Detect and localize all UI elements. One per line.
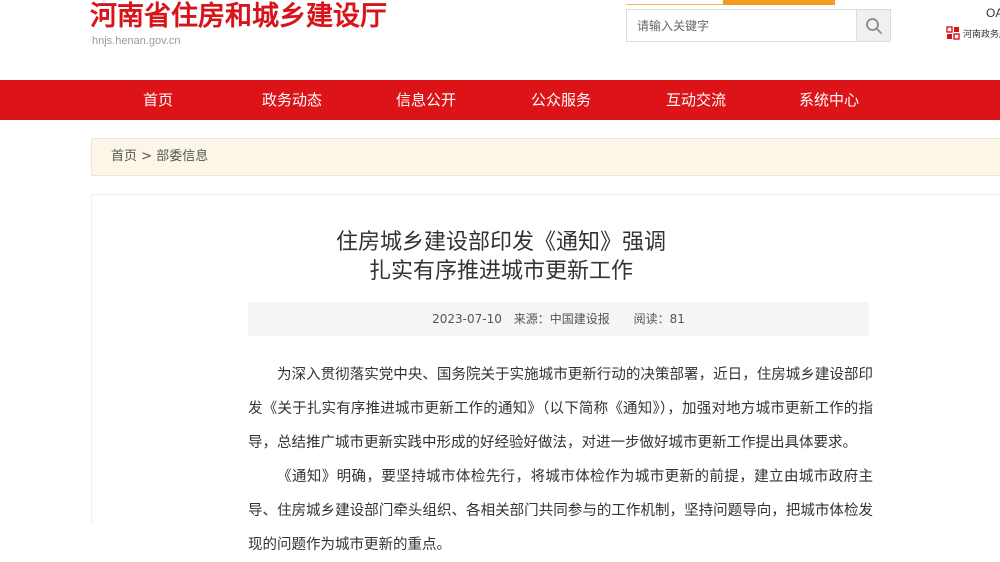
article-read-count: 阅读：81 [633, 312, 685, 326]
top-tab-left[interactable] [626, 0, 723, 5]
nav-item-interaction[interactable]: 互动交流 [666, 80, 726, 120]
search-icon [865, 17, 882, 34]
article-title-line1: 住房城乡建设部印发《通知》强调 [335, 230, 666, 255]
nav-item-news[interactable]: 政务动态 [262, 80, 322, 120]
article-title-line2: 扎实有序推进城市更新工作 [368, 259, 633, 284]
nav-item-public-service[interactable]: 公众服务 [531, 80, 591, 120]
search-input[interactable] [627, 10, 857, 41]
nav-item-info-disclosure[interactable]: 信息公开 [396, 80, 456, 120]
breadcrumb-home[interactable]: 首页 [111, 149, 137, 164]
article-date: 2023-07-10 [432, 312, 502, 326]
site-title[interactable]: 河南省住房和城乡建设厅 [90, 0, 387, 34]
article-title: 住房城乡建设部印发《通知》强调 扎实有序推进城市更新工作 [92, 228, 910, 286]
search-button[interactable] [856, 10, 890, 41]
article-container: 住房城乡建设部印发《通知》强调 扎实有序推进城市更新工作 2023-07-10 … [91, 194, 1000, 553]
breadcrumb-separator: > [137, 149, 157, 164]
header: 河南省住房和城乡建设厅 hnjs.henan.gov.cn OA 河南政务服 [0, 0, 1000, 80]
article-body: 为深入贯彻落实党中央、国务院关于实施城市更新行动的决策部署，近日，住房城乡建设部… [248, 358, 873, 562]
search-box [626, 9, 891, 42]
breadcrumb: 首页 > 部委信息 [91, 138, 1000, 176]
top-tab-active[interactable] [723, 0, 835, 5]
gov-logo-icon [946, 26, 960, 40]
article-paragraph: 《通知》明确，要坚持城市体检先行，将城市体检作为城市更新的前提，建立由城市政府主… [248, 469, 873, 553]
gov-logo-name: 河南政务服 [963, 30, 1000, 40]
nav-item-home[interactable]: 首页 [143, 80, 173, 120]
article-source: 来源：中国建设报 [513, 312, 610, 326]
gov-service-logo[interactable]: 河南政务服 [946, 24, 1000, 44]
nav-item-system-center[interactable]: 系统中心 [799, 80, 859, 120]
site-domain: hnjs.henan.gov.cn [92, 35, 181, 47]
main-nav: 首页 政务动态 信息公开 公众服务 互动交流 系统中心 [0, 80, 1000, 120]
breadcrumb-current[interactable]: 部委信息 [156, 149, 208, 164]
oa-link[interactable]: OA [986, 6, 1000, 20]
article-meta: 2023-07-10 来源：中国建设报 阅读：81 [248, 302, 869, 336]
article-paragraph: 为深入贯彻落实党中央、国务院关于实施城市更新行动的决策部署，近日，住房城乡建设部… [248, 367, 873, 451]
